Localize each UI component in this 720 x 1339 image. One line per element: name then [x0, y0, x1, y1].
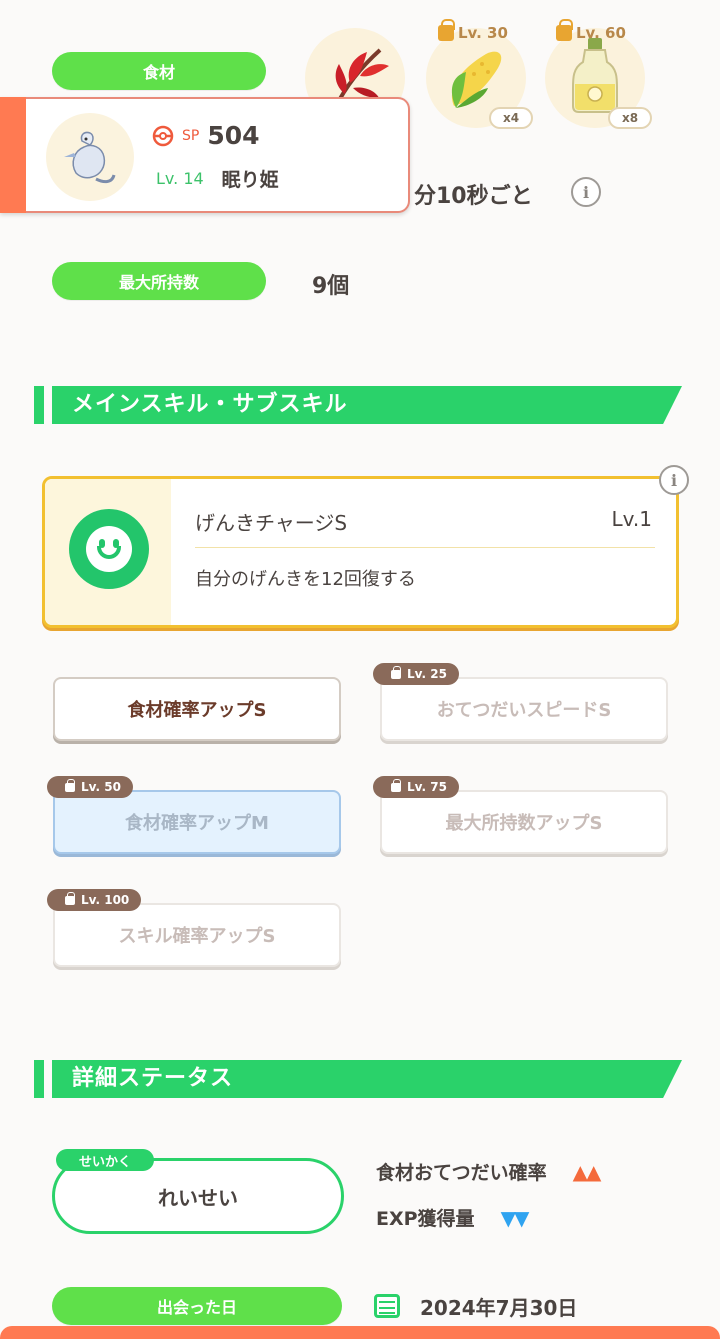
sub-skill-5-label: スキル確率アップS	[118, 926, 276, 947]
details-section-header: 詳細ステータス	[34, 1060, 682, 1098]
sub-skill-1[interactable]: 食材確率アップS	[53, 677, 341, 741]
sub-skill-4-lock-tag: Lv. 75	[373, 776, 459, 798]
sub-skill-3-lock-label: Lv. 50	[81, 780, 121, 794]
sub-skill-4-label: 最大所持数アップS	[445, 813, 603, 834]
main-skill-name: げんきチャージS	[195, 511, 348, 535]
sub-skill-3-lock-tag: Lv. 50	[47, 776, 133, 798]
pokeball-icon	[152, 125, 174, 146]
pokemon-card[interactable]: SP 504 Lv. 14 眠り姫	[0, 97, 410, 213]
lock-icon	[391, 665, 401, 679]
sub-skill-1-label: 食材確率アップS	[127, 700, 267, 721]
ingredient-2-lock-label: Lv. 30	[458, 24, 508, 42]
ingredients-label: 食材	[52, 52, 266, 90]
main-skill-divider	[195, 547, 655, 548]
sub-skill-2-label: おてつだいスピードS	[436, 700, 612, 721]
sub-skill-2-lock-tag: Lv. 25	[373, 663, 459, 685]
sub-skill-2-lock-label: Lv. 25	[407, 667, 447, 681]
met-date-label: 出会った日	[52, 1287, 342, 1325]
sub-skill-5[interactable]: スキル確率アップS	[53, 903, 341, 967]
sub-skill-4[interactable]: 最大所持数アップS	[380, 790, 668, 854]
ingredient-3-qty: x8	[608, 107, 652, 129]
main-skill-card[interactable]: げんきチャージS Lv.1 自分のげんきを12回復する	[42, 476, 679, 628]
smile-icon	[69, 509, 149, 589]
pokemon-avatar	[46, 113, 134, 201]
sub-skill-4-lock-label: Lv. 75	[407, 780, 447, 794]
sub-skill-5-lock-label: Lv. 100	[81, 893, 130, 907]
main-skill-info-icon[interactable]: i	[659, 465, 689, 495]
nature-value: れいせい	[158, 1185, 238, 1210]
effect-up-row: 食材おてつだい確率 ▲▲	[376, 1158, 602, 1185]
sp-row: SP 504	[152, 121, 260, 150]
header-tick	[34, 1060, 44, 1098]
ingredient-3-lock: Lv. 60	[556, 19, 626, 42]
ingredient-3-lock-label: Lv. 60	[576, 24, 626, 42]
lock-icon	[438, 19, 455, 41]
ingredient-2-qty: x4	[489, 107, 533, 129]
sub-skill-2[interactable]: おてつだいスピードS	[380, 677, 668, 741]
met-date-value: 2024年7月30日	[420, 1296, 578, 1320]
effect-up-label: 食材おてつだい確率	[376, 1162, 547, 1184]
lock-icon	[391, 778, 401, 792]
lock-icon	[556, 19, 573, 41]
card-accent-stripe	[0, 97, 26, 213]
sp-label: SP	[182, 127, 200, 144]
max-carry-value: 9個	[312, 274, 350, 299]
main-skill-icon-area	[45, 479, 171, 625]
effect-down-label: EXP獲得量	[376, 1208, 475, 1230]
main-skill-description: 自分のげんきを12回復する	[195, 569, 416, 590]
calendar-icon	[374, 1294, 400, 1318]
nature-tag: せいかく	[56, 1149, 154, 1171]
sub-skill-5-lock-tag: Lv. 100	[47, 889, 142, 911]
level-name-row: Lv. 14 眠り姫	[156, 165, 279, 192]
details-section-title: 詳細ステータス	[72, 1066, 234, 1091]
down-arrows-icon: ▼▼	[500, 1205, 530, 1230]
bottom-bar	[0, 1326, 720, 1339]
max-carry-label: 最大所持数	[52, 262, 266, 300]
skills-section-title: メインスキル・サブスキル	[72, 392, 348, 417]
info-icon[interactable]: i	[571, 177, 601, 207]
header-tick	[34, 386, 44, 424]
sp-value: 504	[207, 121, 260, 150]
pokemon-name: 眠り姫	[221, 169, 279, 191]
up-arrows-icon: ▲▲	[572, 1159, 602, 1184]
pokemon-sprite-icon	[64, 131, 116, 184]
sub-skill-3[interactable]: 食材確率アップM	[53, 790, 341, 854]
effect-down-row: EXP獲得量 ▼▼	[376, 1204, 530, 1231]
skills-section-header: メインスキル・サブスキル	[34, 386, 682, 424]
lock-icon	[65, 778, 75, 792]
main-skill-level: Lv.1	[611, 507, 652, 531]
pokemon-level: Lv. 14	[156, 169, 204, 188]
help-interval: 分10秒ごと	[414, 184, 533, 209]
lock-icon	[65, 891, 75, 905]
ingredient-2-lock: Lv. 30	[438, 19, 508, 42]
sub-skill-3-label: 食材確率アップM	[125, 813, 269, 834]
